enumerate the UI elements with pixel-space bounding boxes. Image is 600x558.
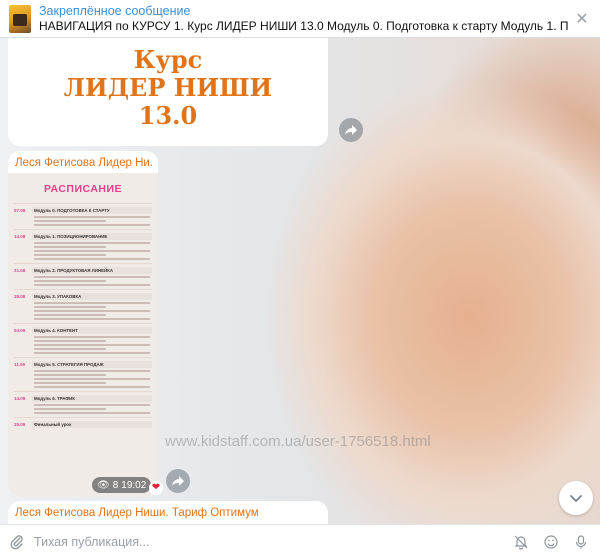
text-line-placeholder: [34, 318, 150, 320]
pinned-title: Закреплённое сообщение: [39, 3, 191, 18]
view-count: 8: [112, 479, 119, 491]
scroll-down-button[interactable]: [559, 481, 593, 515]
text-line-placeholder: [34, 224, 150, 226]
schedule-module: Модуль 2. ПРОДУКТОВАЯ ЛИНЕЙКА: [32, 267, 152, 274]
schedule-module: Модуль 5. СТРАТЕГИЯ ПРОДАЖ: [32, 361, 152, 368]
attach-icon[interactable]: [0, 534, 34, 550]
forward-icon[interactable]: [339, 118, 363, 142]
watermark: www.kidstaff.com.ua/user-1756518.html: [165, 433, 431, 450]
schedule-module: Модуль 6. ТРАФИК: [32, 395, 152, 402]
schedule-row: 07.08 Модуль 0. ПОДГОТОВКА К СТАРТУ: [14, 203, 152, 229]
course-title: Курс ЛИДЕР НИШИ 13.0: [8, 38, 328, 130]
text-line-placeholder: [34, 378, 150, 380]
schedule-date: 11.09: [14, 362, 26, 367]
schedule-module: Модуль 0. ПОДГОТОВКА К СТАРТУ: [32, 207, 152, 214]
sender-name[interactable]: Леся Фетисова Лидер Ни...: [8, 151, 154, 169]
schedule-row: 21.08 Модуль 2. ПРОДУКТОВАЯ ЛИНЕЙКА: [14, 263, 152, 289]
text-line-placeholder: [34, 250, 150, 252]
text-line-placeholder: [34, 408, 106, 410]
text-line-placeholder: [34, 216, 150, 218]
forward-icon[interactable]: [166, 469, 190, 493]
text-line-placeholder: [34, 284, 150, 286]
text-line-placeholder: [34, 374, 106, 376]
text-line-placeholder: [34, 412, 150, 414]
course-title-line1: Курс: [133, 45, 203, 74]
schedule-module: Финальный урок: [32, 421, 152, 428]
schedule-date: 28.08: [14, 294, 26, 299]
text-line-placeholder: [34, 220, 106, 222]
eye-icon: 👁: [97, 479, 110, 491]
text-line-placeholder: [34, 404, 150, 406]
schedule-row: 28.08 Модуль 3. УПАКОВКА: [14, 289, 152, 323]
schedule-row: 14.09 Модуль 6. ТРАФИК: [14, 391, 152, 417]
text-line-placeholder: [34, 276, 150, 278]
chevron-down-icon: [570, 495, 582, 503]
text-line-placeholder: [34, 246, 106, 248]
message-time: 19:02: [121, 479, 147, 491]
text-line-placeholder: [34, 242, 150, 244]
message-preview: Леся Фетисова Лидер Ниши. Тариф Оптимум: [8, 501, 328, 525]
pinned-message-bar[interactable]: Закреплённое сообщение НАВИГАЦИЯ по КУРС…: [0, 0, 600, 38]
schedule-date: 04.09: [14, 328, 26, 333]
schedule-module: Модуль 4. КОНТЕНТ: [32, 327, 152, 334]
course-title-line3: 13.0: [138, 101, 198, 130]
heart-reaction-icon[interactable]: ❤: [149, 481, 163, 495]
microphone-icon[interactable]: [566, 534, 596, 550]
text-line-placeholder: [34, 370, 150, 372]
emoji-icon[interactable]: [536, 534, 566, 550]
schedule-rows: 07.08 Модуль 0. ПОДГОТОВКА К СТАРТУ 14.08 М…: [14, 203, 152, 431]
text-line-placeholder: [34, 258, 150, 260]
text-line-placeholder: [34, 336, 150, 338]
schedule-row: 11.09 Модуль 5. СТРАТЕГИЯ ПРОДАЖ: [14, 357, 152, 391]
text-line-placeholder: [34, 280, 106, 282]
schedule-date: 14.08: [14, 234, 26, 239]
sender-name[interactable]: Леся Фетисова Лидер Ниши. Тариф Оптимум: [8, 501, 328, 519]
text-line-placeholder: [34, 310, 150, 312]
text-line-placeholder: [34, 386, 150, 388]
schedule-date: 07.08: [14, 208, 26, 213]
views-time-badge: 👁 8 19:02: [92, 477, 152, 493]
text-line-placeholder: [34, 382, 106, 384]
text-line-placeholder: [34, 306, 106, 308]
schedule-image[interactable]: РАСПИСАНИЕ 07.08 Модуль 0. ПОДГОТОВКА К С…: [8, 173, 158, 497]
message-composer: [0, 524, 600, 558]
text-line-placeholder: [34, 314, 106, 316]
bell-off-icon[interactable]: [506, 534, 536, 550]
schedule-module: Модуль 3. УПАКОВКА: [32, 293, 152, 300]
text-line-placeholder: [34, 352, 150, 354]
text-line-placeholder: [34, 340, 106, 342]
close-icon[interactable]: ✕: [570, 9, 594, 29]
text-line-placeholder: [34, 254, 106, 256]
schedule-date: 25.09: [14, 422, 26, 427]
schedule-row: 14.08 Модуль 1. ПОЗИЦИОНИРОВАНИЕ: [14, 229, 152, 263]
schedule-date: 14.09: [14, 396, 26, 401]
schedule-date: 21.08: [14, 268, 26, 273]
pinned-thumbnail: [9, 4, 31, 33]
text-line-placeholder: [34, 344, 150, 346]
message-input[interactable]: [34, 534, 506, 549]
course-title-line2: ЛИДЕР НИШИ: [63, 73, 273, 102]
message-schedule: Леся Фетисова Лидер Ни... РАСПИСАНИЕ 07.…: [8, 151, 158, 497]
schedule-row: 25.09 Финальный урок: [14, 417, 152, 431]
schedule-row: 04.09 Модуль 4. КОНТЕНТ: [14, 323, 152, 357]
message-course-title: Курс ЛИДЕР НИШИ 13.0: [8, 38, 328, 146]
text-line-placeholder: [34, 302, 150, 304]
schedule-module: Модуль 1. ПОЗИЦИОНИРОВАНИЕ: [32, 233, 152, 240]
text-line-placeholder: [34, 348, 106, 350]
pinned-text: НАВИГАЦИЯ по КУРСУ 1. Курс ЛИДЕР НИШИ 13…: [39, 18, 569, 33]
schedule-title: РАСПИСАНИЕ: [43, 183, 123, 195]
